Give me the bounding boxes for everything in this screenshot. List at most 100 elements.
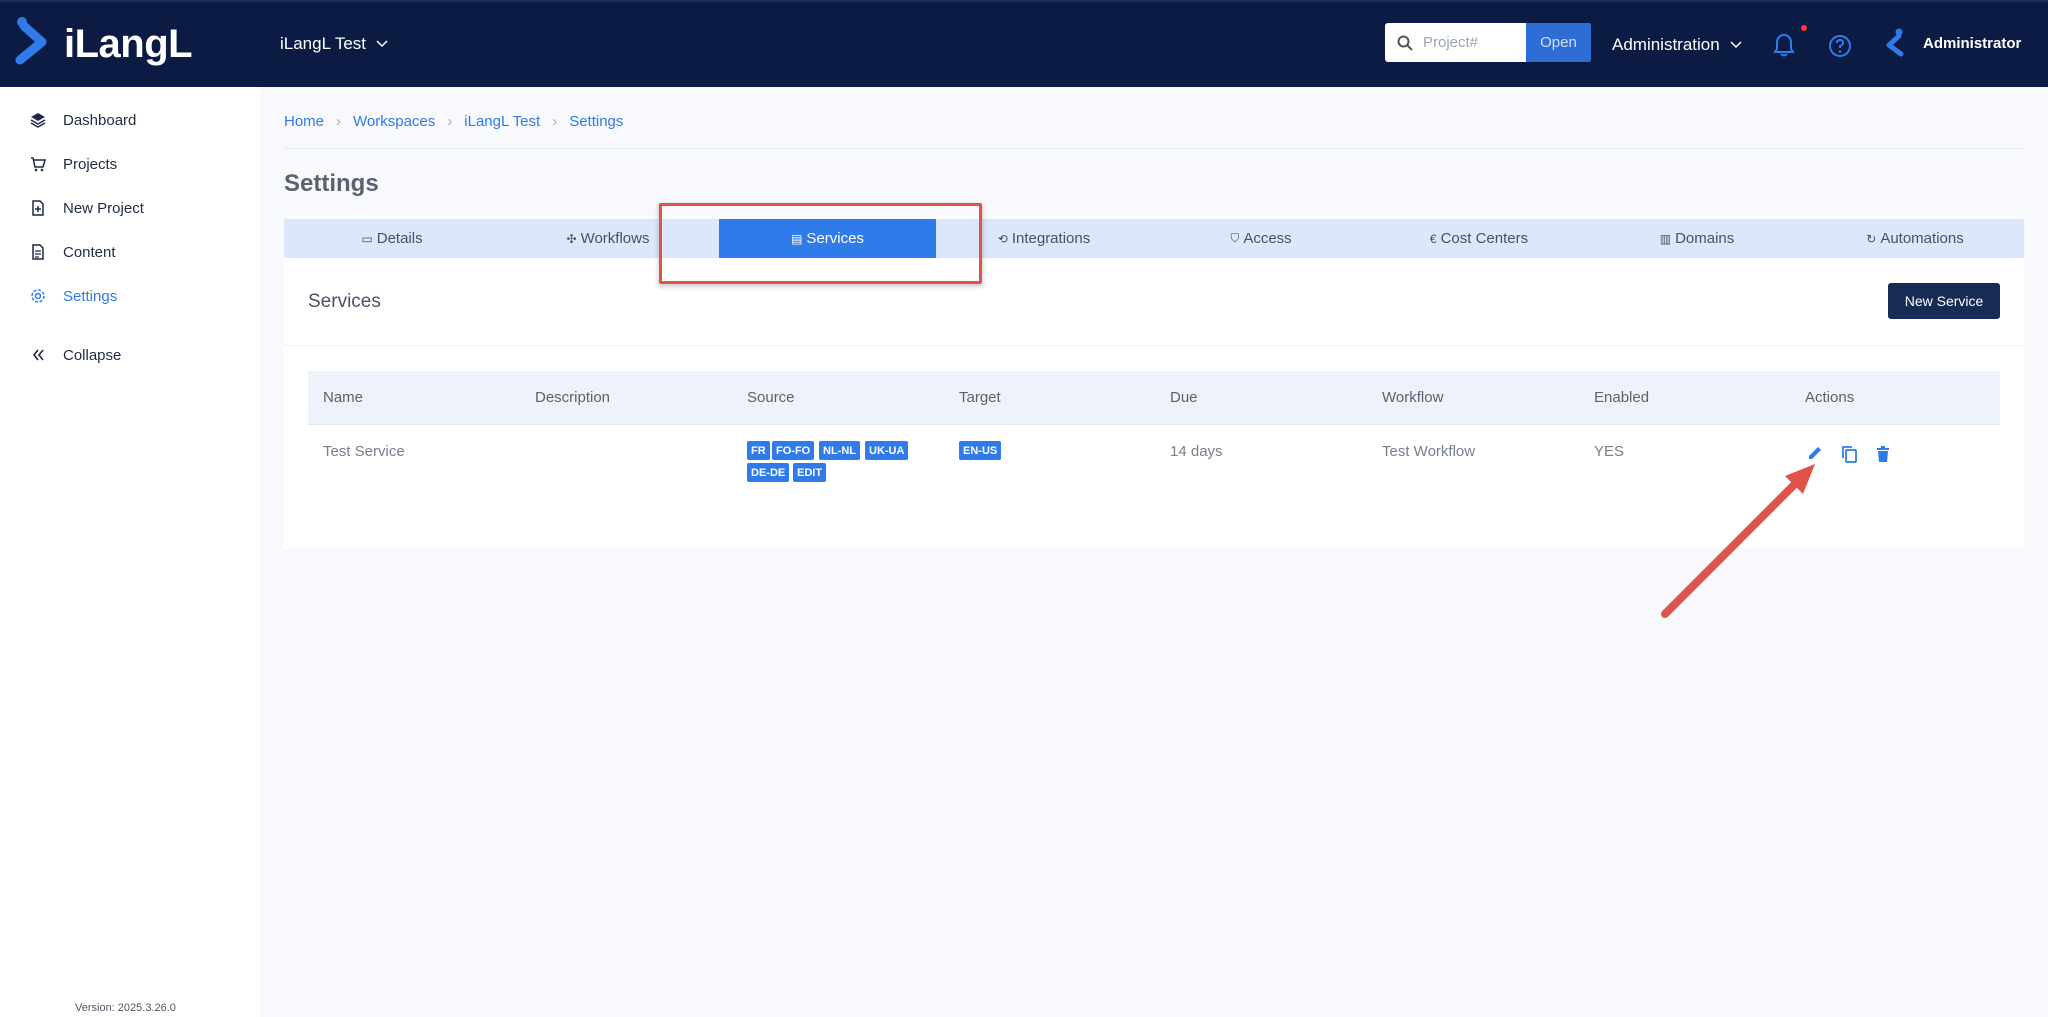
sidebar-item-label: Dashboard: [63, 111, 137, 129]
service-workflow: Test Workflow: [1382, 443, 1476, 460]
sidebar-item-label: Projects: [63, 155, 118, 173]
edit-icon[interactable]: [1807, 445, 1823, 461]
domains-icon: ▥: [1659, 231, 1672, 246]
logo-text: iLangL: [64, 21, 193, 66]
tab-cost-centers[interactable]: € Cost Centers: [1370, 219, 1588, 258]
breadcrumb-home[interactable]: Home: [284, 113, 324, 130]
service-name: Test Service: [323, 443, 405, 460]
cart-icon: [31, 157, 46, 172]
source-language-badge: FR: [747, 441, 770, 460]
workflows-icon: ✣: [566, 231, 577, 246]
panel-title: Services: [308, 291, 381, 312]
sidebar-item-label: Content: [63, 243, 116, 261]
sidebar-item-label: New Project: [63, 199, 144, 217]
column-header[interactable]: Enabled: [1594, 389, 1649, 406]
delete-icon[interactable]: [1876, 446, 1890, 462]
sidebar-item-projects[interactable]: Projects: [0, 144, 260, 184]
tab-domains[interactable]: ▥ Domains: [1588, 219, 1806, 258]
table-header: Name Description Source Target Due Workf…: [308, 371, 2000, 424]
document-icon: [32, 244, 44, 260]
tab-label: Details: [376, 230, 423, 247]
table-row[interactable]: Test Service 14 days Test Workflow YES F…: [308, 424, 2000, 494]
tab-services[interactable]: ▤ Services: [719, 219, 936, 258]
shield-icon: ⛉: [1230, 231, 1240, 245]
breadcrumb-workspaces[interactable]: Workspaces: [353, 113, 435, 130]
breadcrumb-settings[interactable]: Settings: [569, 113, 623, 130]
source-language-badge: DE-DE: [747, 463, 790, 482]
logo[interactable]: iLangL: [12, 14, 193, 74]
column-header[interactable]: Name: [323, 389, 363, 406]
double-chevron-left-icon: [32, 349, 44, 361]
source-language-badge: FO-FO: [772, 441, 815, 460]
sidebar-collapse[interactable]: Collapse: [0, 335, 260, 375]
top-bar: iLangL iLangL Test Open Administration A…: [0, 0, 2048, 87]
tab-label: Cost Centers: [1440, 230, 1529, 247]
tab-label: Services: [806, 230, 864, 247]
gear-icon: [31, 289, 45, 303]
user-name: Administrator: [1923, 34, 2022, 52]
notification-dot: [1801, 25, 1807, 31]
tab-label: Access: [1243, 230, 1292, 247]
sidebar-item-new-project[interactable]: New Project: [0, 188, 260, 228]
open-project-button[interactable]: Open: [1526, 23, 1591, 62]
file-plus-icon: [32, 200, 44, 216]
notification-bell-icon[interactable]: [1773, 33, 1795, 57]
sidebar-item-content[interactable]: Content: [0, 232, 260, 272]
user-menu[interactable]: Administrator: [1885, 28, 2021, 58]
user-avatar-icon: [1886, 28, 1904, 57]
sidebar-item-settings[interactable]: Settings: [0, 276, 260, 316]
sidebar-item-dashboard[interactable]: Dashboard: [0, 100, 260, 140]
logo-icon: [15, 17, 47, 65]
search-icon: [1397, 35, 1413, 51]
column-header[interactable]: Target: [959, 389, 1001, 406]
column-header[interactable]: Source: [747, 389, 795, 406]
source-language-badge: EDIT: [793, 463, 827, 482]
service-due: 14 days: [1170, 443, 1223, 460]
copy-icon[interactable]: [1841, 445, 1858, 464]
tab-integrations[interactable]: ⟲ Integrations: [936, 219, 1152, 258]
sidebar: Dashboard Projects New Project Content S…: [0, 87, 260, 1017]
breadcrumb: Home › Workspaces › iLangL Test › Settin…: [284, 113, 623, 130]
tab-label: Workflows: [580, 230, 650, 247]
workspace-switcher[interactable]: iLangL Test: [280, 34, 388, 54]
breadcrumb-separator: ›: [447, 113, 453, 130]
administration-menu[interactable]: Administration: [1612, 35, 1742, 55]
new-service-button[interactable]: New Service: [1888, 283, 2000, 319]
euro-icon: €: [1429, 231, 1437, 246]
project-search-input[interactable]: [1423, 34, 1523, 51]
tab-workflows[interactable]: ✣ Workflows: [500, 219, 716, 258]
chevron-down-icon: [376, 40, 388, 48]
tab-automations[interactable]: ↻ Automations: [1806, 219, 2024, 258]
administration-label: Administration: [1612, 35, 1720, 54]
automations-icon: ↻: [1866, 231, 1877, 246]
divider: [284, 345, 2024, 346]
column-header[interactable]: Description: [535, 389, 610, 406]
source-language-badge: UK-UA: [865, 441, 909, 460]
services-icon: ▤: [791, 231, 803, 246]
version-label: Version: 2025.3.26.0: [75, 1002, 176, 1014]
layers-icon: [30, 113, 46, 128]
page-title: Settings: [284, 170, 379, 197]
help-icon[interactable]: [1828, 34, 1852, 58]
service-enabled: YES: [1594, 443, 1625, 460]
breadcrumb-separator: ›: [336, 113, 342, 130]
sidebar-item-label: Settings: [63, 287, 118, 305]
breadcrumb-separator: ›: [552, 113, 558, 130]
services-panel: Services New Service Name Description So…: [284, 258, 2024, 548]
details-icon: ▭: [361, 231, 373, 246]
column-header[interactable]: Due: [1170, 389, 1198, 406]
workspace-name: iLangL Test: [280, 34, 367, 53]
tab-details[interactable]: ▭ Details: [284, 219, 500, 258]
integrations-icon: ⟲: [997, 231, 1008, 246]
settings-tabs: ▭ Details ✣ Workflows ▤ Services ⟲ Integrati…: [284, 219, 2024, 258]
collapse-label: Collapse: [63, 346, 122, 364]
tab-label: Integrations: [1011, 230, 1091, 247]
column-header[interactable]: Workflow: [1382, 389, 1443, 406]
target-language-badge: EN-US: [959, 441, 1002, 460]
breadcrumb-workspace[interactable]: iLangL Test: [464, 113, 540, 130]
tab-access[interactable]: ⛉ Access: [1152, 219, 1370, 258]
tab-label: Domains: [1675, 230, 1735, 247]
column-header[interactable]: Actions: [1805, 389, 1854, 406]
chevron-down-icon: [1730, 41, 1742, 49]
divider: [284, 148, 2024, 149]
